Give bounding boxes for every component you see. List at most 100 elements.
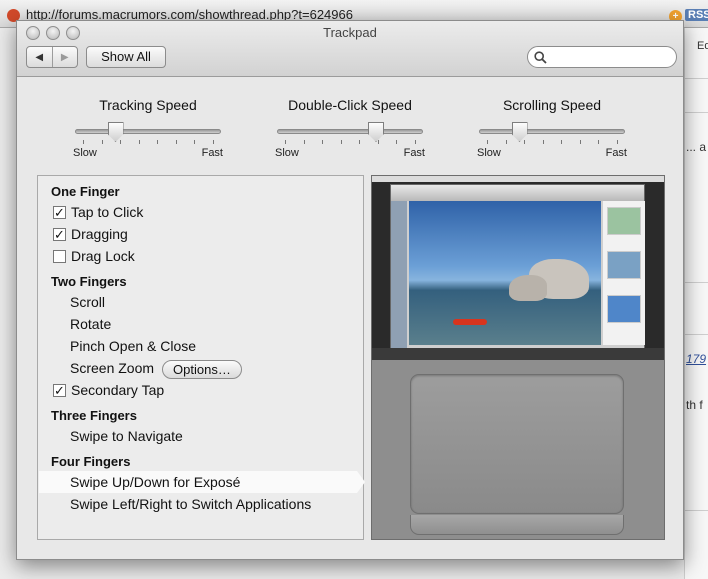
preview-app-sidebar xyxy=(391,201,407,351)
gesture-options-list: One Finger ✓ Tap to Click ✓ Dragging Dra… xyxy=(37,175,365,540)
tracking-speed-thumb[interactable] xyxy=(107,122,124,142)
scrolling-speed-thumb[interactable] xyxy=(511,122,528,142)
slider-tick xyxy=(359,140,360,144)
swipe-expose-option[interactable]: Swipe Up/Down for Exposé xyxy=(70,472,240,492)
forward-arrow-icon: ▶ xyxy=(60,51,69,63)
trackpad-button-illustration xyxy=(410,515,624,535)
double-click-speed-track[interactable] xyxy=(277,129,423,134)
drag-lock-label: Drag Lock xyxy=(71,248,135,264)
slider-tick xyxy=(415,140,416,144)
scrolling-speed-label: Scrolling Speed xyxy=(502,97,602,113)
slider-tick xyxy=(580,140,581,144)
scroll-option[interactable]: Scroll xyxy=(70,292,105,312)
one-finger-heading: One Finger xyxy=(51,184,120,199)
slider-tick xyxy=(157,140,158,144)
slider-tick xyxy=(176,140,177,144)
slider-tick xyxy=(285,140,286,144)
slider-tick xyxy=(102,140,103,144)
scrolling-speed-min-label: Slow xyxy=(477,147,501,159)
slider-tick xyxy=(322,140,323,144)
three-fingers-heading: Three Fingers xyxy=(51,408,137,423)
swipe-switch-apps-option[interactable]: Swipe Left/Right to Switch Applications xyxy=(70,494,311,514)
tap-to-click-label: Tap to Click xyxy=(71,204,144,220)
preview-rock xyxy=(509,275,547,301)
trackpad-preferences-window: Trackpad ◀ ▶ Show All Tracking Speed Slo… xyxy=(16,20,684,560)
secondary-tap-label: Secondary Tap xyxy=(71,382,165,398)
slider-tick xyxy=(139,140,140,144)
secondary-tap-option[interactable]: ✓ Secondary Tap xyxy=(53,380,164,400)
preview-dock xyxy=(372,348,664,360)
background-link-fragment[interactable]: 179 xyxy=(686,352,706,366)
back-arrow-icon: ◀ xyxy=(35,51,44,63)
double-click-speed-max-label: Fast xyxy=(403,147,425,159)
swipe-to-navigate-option[interactable]: Swipe to Navigate xyxy=(70,426,183,446)
two-fingers-heading: Two Fingers xyxy=(51,274,127,289)
drag-lock-option[interactable]: Drag Lock xyxy=(53,246,135,266)
double-click-speed-thumb[interactable] xyxy=(368,122,384,142)
scrolling-speed-track[interactable] xyxy=(479,129,625,134)
dragging-option[interactable]: ✓ Dragging xyxy=(53,224,128,244)
slider-tick xyxy=(543,140,544,144)
preview-thumbnail-panel xyxy=(603,201,645,345)
selected-row-pointer xyxy=(357,471,365,493)
preview-app-toolbar xyxy=(391,185,644,201)
slider-tick xyxy=(524,140,525,144)
slider-tick xyxy=(506,140,507,144)
background-divider xyxy=(684,334,708,335)
back-button[interactable]: ◀ xyxy=(27,47,52,67)
preview-lake-photo xyxy=(409,201,601,345)
background-text-fragment: Ed xyxy=(697,40,708,52)
tap-to-click-checkbox[interactable]: ✓ xyxy=(53,205,66,219)
back-forward-control: ◀ ▶ xyxy=(26,46,78,68)
background-divider xyxy=(684,78,708,79)
preview-trackpad-area xyxy=(372,360,664,539)
forward-button[interactable]: ▶ xyxy=(51,47,78,67)
tracking-speed-label: Tracking Speed xyxy=(99,97,197,113)
secondary-tap-checkbox[interactable]: ✓ xyxy=(53,383,66,397)
screen-zoom-options-button[interactable]: Options… xyxy=(162,359,242,379)
slider-tick xyxy=(213,140,214,144)
preview-menubar xyxy=(372,176,664,182)
pinch-option[interactable]: Pinch Open & Close xyxy=(70,336,196,356)
window-toolbar: Trackpad ◀ ▶ Show All xyxy=(17,21,683,77)
double-click-speed-ticks xyxy=(277,140,423,144)
preview-app-window xyxy=(390,184,645,351)
slider-tick xyxy=(598,140,599,144)
background-divider xyxy=(684,112,708,113)
slider-tick xyxy=(378,140,379,144)
background-page-content xyxy=(684,28,708,579)
dragging-checkbox[interactable]: ✓ xyxy=(53,227,66,241)
background-text-fragment: th f xyxy=(686,398,703,412)
search-icon xyxy=(534,51,547,64)
slider-tick xyxy=(487,140,488,144)
preview-thumbnail xyxy=(607,207,641,235)
search-field[interactable] xyxy=(527,46,677,68)
preview-thumbnail xyxy=(607,251,641,279)
rss-button[interactable]: RSS xyxy=(685,9,708,21)
scrolling-speed-max-label: Fast xyxy=(605,147,627,159)
rotate-option[interactable]: Rotate xyxy=(70,314,111,334)
slider-tick xyxy=(83,140,84,144)
dragging-label: Dragging xyxy=(71,226,128,242)
screen-zoom-label: Screen Zoom xyxy=(70,360,155,376)
slider-tick xyxy=(561,140,562,144)
tracking-speed-max-label: Fast xyxy=(201,147,223,159)
slider-tick xyxy=(396,140,397,144)
double-click-speed-label: Double-Click Speed xyxy=(288,97,412,113)
background-divider xyxy=(684,510,708,511)
slider-tick xyxy=(341,140,342,144)
screen-zoom-option[interactable]: Screen Zoom Options… xyxy=(70,358,242,379)
tracking-speed-ticks xyxy=(75,140,221,144)
slider-tick xyxy=(304,140,305,144)
tap-to-click-option[interactable]: ✓ Tap to Click xyxy=(53,202,143,222)
double-click-speed-min-label: Slow xyxy=(275,147,299,159)
background-text-fragment: ... a xyxy=(686,140,707,154)
preview-screen-image xyxy=(372,176,664,360)
trackpad-illustration xyxy=(410,374,624,514)
show-all-button[interactable]: Show All xyxy=(86,46,166,68)
scrolling-speed-slider-group: Scrolling Speed Slow Fast xyxy=(477,97,627,159)
gesture-preview-panel xyxy=(371,175,665,540)
tracking-speed-track[interactable] xyxy=(75,129,221,134)
drag-lock-checkbox[interactable] xyxy=(53,249,66,263)
background-divider xyxy=(684,282,708,283)
